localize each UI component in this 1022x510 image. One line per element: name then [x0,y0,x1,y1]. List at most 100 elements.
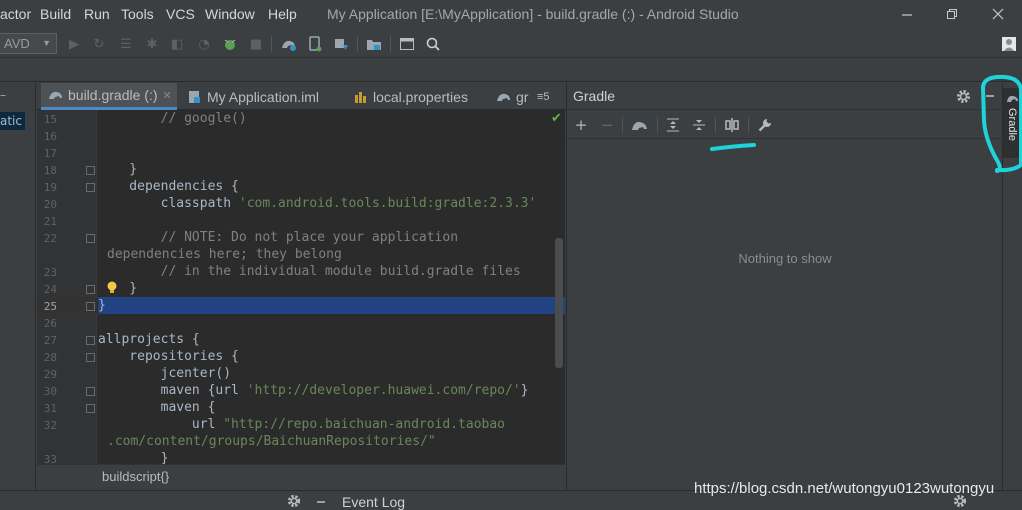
code-text: } [98,162,138,177]
menu-run[interactable]: Run [84,6,110,22]
editor-scrollbar[interactable] [555,238,563,368]
run-icon: ▶ [69,36,79,52]
project-tree-selected-item[interactable]: atic [0,112,25,130]
fold-marker[interactable] [86,387,95,396]
user-account-button[interactable] [999,34,1019,54]
device-selector-label: AVD [4,36,30,51]
debug-button[interactable]: ✱ [142,34,162,54]
code-text: url [98,417,224,432]
line-number: 28 [43,351,57,364]
close-tab-icon[interactable]: ✕ [163,89,172,102]
fold-marker[interactable] [86,183,95,192]
code-editor[interactable]: 15 // google() 16 17 18 } 19 dependencies {2… [37,110,565,464]
lightbulb-icon[interactable] [106,281,118,295]
stop-button[interactable]: ■ [246,34,266,54]
run-button[interactable]: ▶ [64,34,84,54]
event-log-settings-button[interactable] [286,493,302,509]
tab-local-properties[interactable]: local.properties [350,83,490,110]
line-number: 16 [43,130,57,143]
add-project-button[interactable]: + [571,115,591,135]
debug-app-button[interactable] [220,34,240,54]
profile-icon: ◔ [198,36,210,52]
fold-marker[interactable] [86,353,95,362]
project-tool-window [0,83,36,490]
line-number: 25 [43,300,57,313]
sdk-manager-button[interactable] [331,34,351,54]
line-number: 26 [43,317,57,330]
code-string: 'com.android.tools.build:gradle:2.3.3' [238,196,537,211]
line-number: 33 [43,453,57,464]
toolbar-divider [657,117,658,133]
tab-build-gradle[interactable]: build.gradle (:) ✕ [41,83,177,110]
tab-my-application-iml[interactable]: My Application.iml [184,83,332,110]
code-text: } [520,383,529,398]
code-text: maven { [98,400,216,415]
gradle-build-settings-button[interactable] [755,115,775,135]
right-tool-strip: Gradle [1002,83,1022,490]
code-text: dependencies { [98,179,239,194]
gradle-hide-button[interactable] [980,86,1000,106]
close-window-button[interactable] [978,2,1018,26]
apply-changes-button[interactable]: ↻ [89,34,109,54]
restore-button[interactable] [932,2,972,26]
fold-marker[interactable] [86,302,95,311]
code-line: } [98,162,137,177]
code-line: allprojects { [98,332,200,347]
fold-marker[interactable] [86,404,95,413]
minimize-button[interactable] [887,2,927,26]
tab-label: build.gradle (:) [68,87,158,103]
gear-icon [287,494,301,508]
attach-debugger-button[interactable]: ◧ [167,34,187,54]
terminal-button[interactable] [397,34,417,54]
search-icon [426,37,440,51]
restore-icon [947,9,957,19]
code-text: jcenter() [98,366,232,381]
toggle-offline-mode-button[interactable] [722,115,742,135]
code-string: 'http://developer.huawei.com/repo/' [246,383,521,398]
sync-gradle-button[interactable] [279,34,299,54]
device-selector[interactable]: AVD ▼ [0,33,57,54]
fold-marker[interactable] [86,336,95,345]
profile-button[interactable]: ◔ [194,34,214,54]
menu-tools[interactable]: Tools [121,6,154,22]
gradle-tool-window-button[interactable]: Gradle [1003,88,1022,158]
fold-marker[interactable] [86,285,95,294]
gradle-elephant-icon [632,121,647,130]
code-text: dependencies here; they belong [107,247,342,262]
code-text: // NOTE: Do not place your application [98,230,459,245]
caret-line-highlight [98,297,565,314]
menu-refactor[interactable]: actor [0,6,31,22]
menu-window[interactable]: Window [205,6,255,22]
attach-icon: ◧ [170,36,184,52]
tab-overflow-button[interactable]: ≡5 [537,83,563,110]
line-number: 29 [43,368,57,381]
collapse-all-icon [693,120,705,130]
gradle-elephant-icon [1007,95,1018,102]
project-structure-button[interactable] [364,34,384,54]
expand-all-button[interactable] [663,115,683,135]
close-icon [992,8,1004,20]
code-line: jcenter() [98,366,231,381]
fold-marker[interactable] [86,234,95,243]
remove-project-button[interactable]: − [597,115,617,135]
avd-manager-button[interactable] [305,34,325,54]
event-log-title[interactable]: Event Log [342,494,405,510]
menu-help[interactable]: Help [268,6,297,22]
tab-label: local.properties [373,88,468,105]
toolbar-divider [622,117,623,133]
refresh-gradle-button[interactable] [630,115,650,135]
tab-gradle-partial[interactable]: gr [493,83,533,110]
gradle-file-icon [49,91,62,99]
fold-marker[interactable] [86,166,95,175]
gradle-settings-button[interactable] [953,86,973,106]
gradle-strip-label: Gradle [1006,108,1018,142]
search-button[interactable] [423,34,443,54]
collapse-all-button[interactable] [689,115,709,135]
code-text: // in the individual module build.gradle… [98,264,521,279]
coverage-button[interactable]: ☰ [116,34,136,54]
breadcrumb-item[interactable]: buildscript{} [102,469,169,484]
collapse-icon[interactable]: – [0,88,6,102]
menu-vcs[interactable]: VCS [166,6,195,22]
event-log-hide-button[interactable] [313,493,329,509]
menu-build[interactable]: Build [40,6,71,22]
